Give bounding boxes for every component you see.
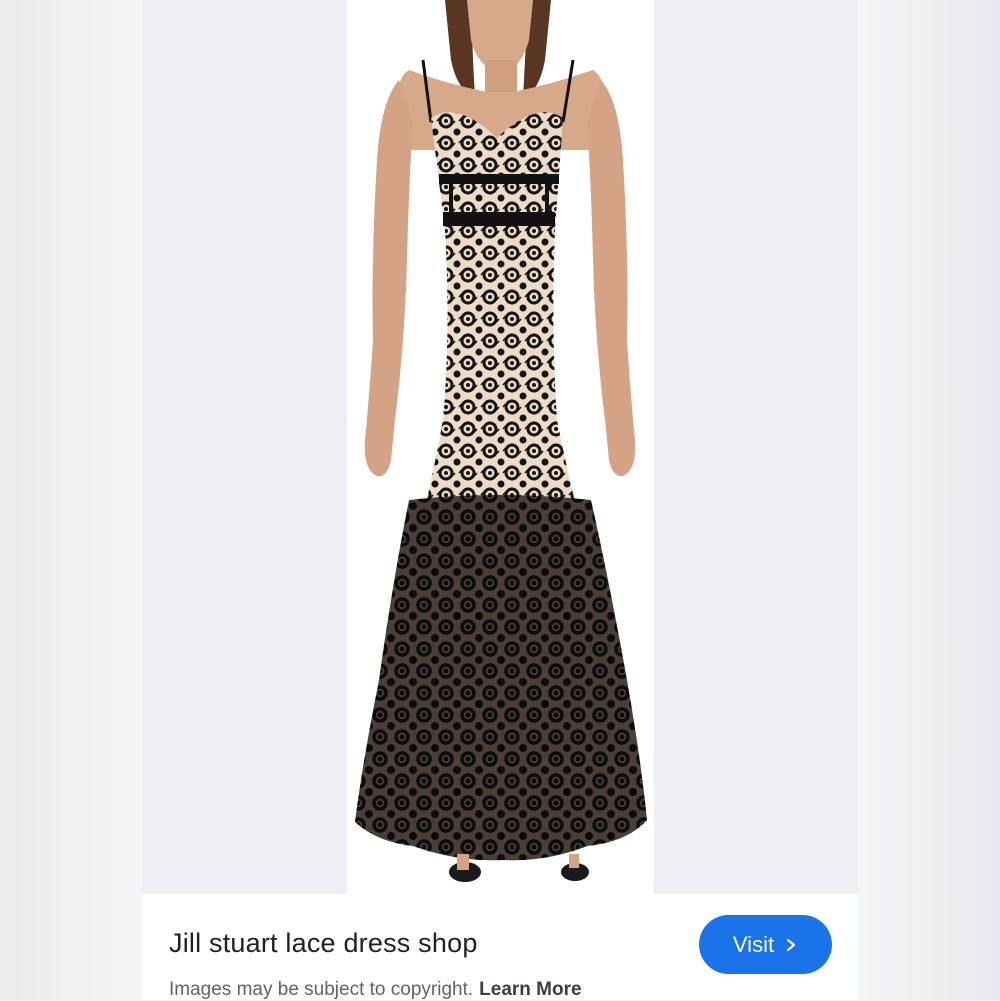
right-gutter	[858, 0, 1000, 1000]
left-gutter	[0, 0, 142, 1000]
disclaimer-text: Images may be subject to copyright.	[169, 979, 474, 1000]
result-info-card: Jill stuart lace dress shop Visit Images…	[142, 894, 858, 1000]
learn-more-link[interactable]: Learn More	[479, 979, 581, 1000]
copyright-disclaimer: Images may be subject to copyright. Learn…	[169, 979, 582, 1001]
visit-button-label: Visit	[732, 931, 775, 957]
product-image[interactable]	[347, 0, 654, 894]
visit-button[interactable]: Visit	[699, 915, 832, 974]
result-title[interactable]: Jill stuart lace dress shop	[169, 928, 478, 959]
dress-photo	[355, 0, 647, 882]
chevron-right-icon	[786, 938, 796, 951]
